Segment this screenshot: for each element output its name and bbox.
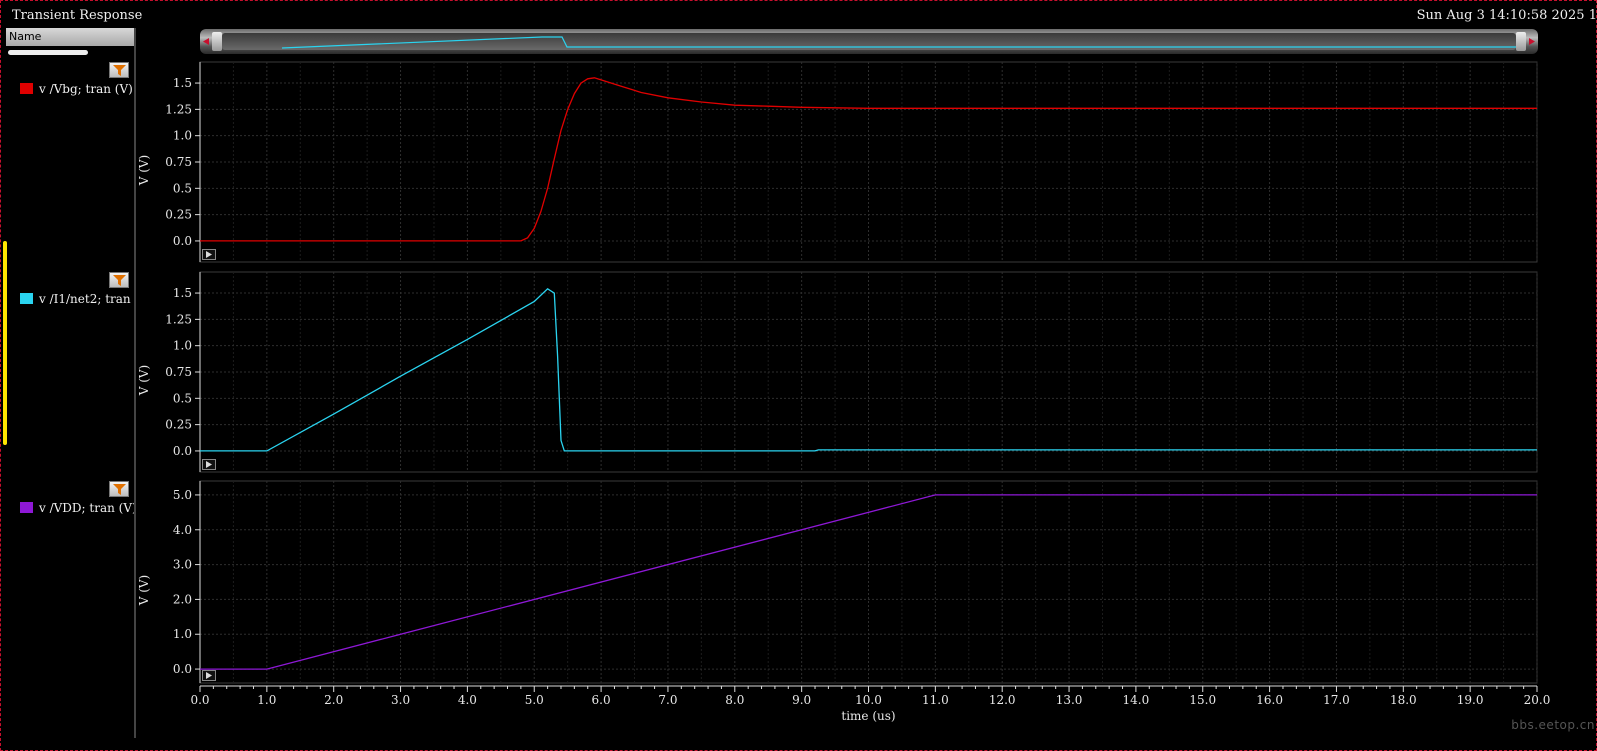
y-tick-label: 0.5 [173,391,192,405]
y-tick-label: 1.25 [165,102,192,116]
x-tick-label: 9.0 [792,693,811,707]
x-tick-label: 20.0 [1524,693,1551,707]
y-tick-label: 4.0 [173,523,192,537]
x-tick-label: 13.0 [1056,693,1083,707]
x-tick-label: 2.0 [324,693,343,707]
x-tick-label: 16.0 [1256,693,1283,707]
y-tick-label: 0.25 [165,418,192,432]
y-tick-label: 1.25 [165,312,192,326]
x-tick-label: 4.0 [458,693,477,707]
y-tick-label: 0.0 [173,234,192,248]
x-tick-label: 19.0 [1457,693,1484,707]
x-tick-label: 11.0 [922,693,949,707]
y-tick-label: 0.75 [165,365,192,379]
x-tick-label: 5.0 [525,693,544,707]
y-tick-label: 1.5 [173,286,192,300]
x-tick-label: 3.0 [391,693,410,707]
y-axis-label: V (V) [137,155,151,187]
x-axis-label: time (us) [841,709,895,723]
x-tick-label: 6.0 [592,693,611,707]
y-tick-label: 0.5 [173,181,192,195]
y-tick-label: 2.0 [173,592,192,606]
y-tick-label: 1.0 [173,627,192,641]
x-tick-label: 7.0 [658,693,677,707]
y-axis-label: V (V) [137,575,151,607]
strip-play-icon[interactable] [202,670,216,681]
x-tick-label: 14.0 [1123,693,1150,707]
y-tick-label: 0.0 [173,662,192,676]
y-tick-label: 0.75 [165,155,192,169]
y-axis-label: V (V) [137,365,151,397]
x-tick-label: 15.0 [1189,693,1216,707]
x-tick-label: 0.0 [190,693,209,707]
x-tick-label: 17.0 [1323,693,1350,707]
x-tick-label: 10.0 [855,693,882,707]
y-tick-label: 5.0 [173,488,192,502]
y-tick-label: 1.0 [173,129,192,143]
strip-play-icon[interactable] [202,459,216,470]
x-tick-label: 18.0 [1390,693,1417,707]
y-tick-label: 1.5 [173,76,192,90]
strip-play-icon[interactable] [202,249,216,260]
waveform-plots[interactable]: 0.0 0.25 0.5 0.75 1.0 1.25 1.5 V (V) 0.0 0.25 0.5 0… [0,0,1597,751]
y-tick-label: 0.0 [173,444,192,458]
y-tick-label: 3.0 [173,558,192,572]
x-tick-label: 8.0 [725,693,744,707]
x-tick-label: 12.0 [989,693,1016,707]
watermark: bbs.eetop.cn [1511,718,1595,732]
x-tick-label: 1.0 [257,693,276,707]
y-tick-label: 0.25 [165,208,192,222]
y-tick-label: 1.0 [173,339,192,353]
